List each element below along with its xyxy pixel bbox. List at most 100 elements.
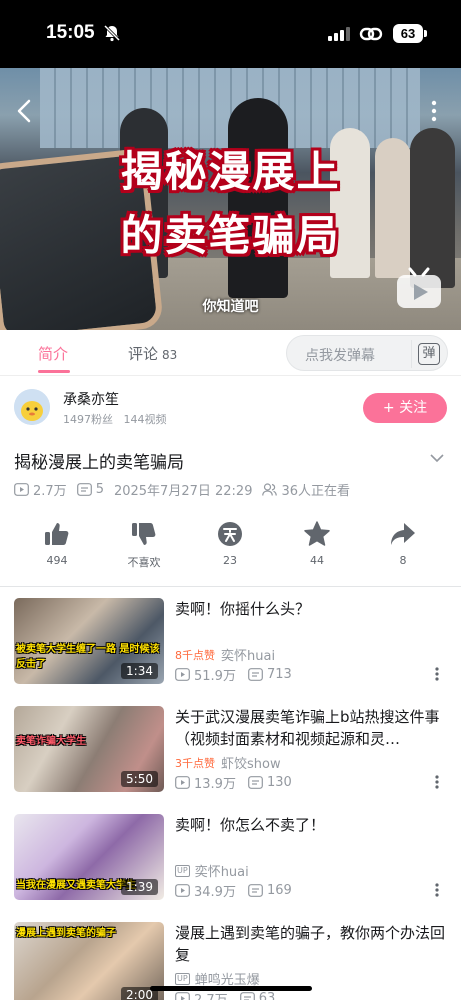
- related-title: 漫展上遇到卖笔的骗子，教你两个办法回复: [175, 924, 446, 964]
- thumbnail-caption: 卖笔诈骗大学生: [16, 736, 86, 747]
- uploader-stats: 1497粉丝 144视频: [63, 411, 167, 427]
- avatar[interactable]: [14, 389, 50, 425]
- related-title: 卖啊！你摇什么头？: [175, 600, 311, 618]
- related-title: 关于武汉漫展卖笔诈骗上b站热搜这件事（视频封面素材和视频起源和灵…: [175, 708, 440, 748]
- personal-hotspot-icon: [359, 27, 383, 41]
- list-item[interactable]: 卖笔诈骗大学生 5:50 关于武汉漫展卖笔诈骗上b站热搜这件事（视频封面素材和视…: [0, 706, 461, 806]
- more-options-icon[interactable]: [435, 883, 439, 897]
- tab-intro[interactable]: 简介: [38, 343, 68, 364]
- back-arrow-icon[interactable]: [14, 98, 34, 124]
- video-duration: 1:39: [121, 879, 158, 895]
- danmu-input[interactable]: 点我发弹幕 弹: [286, 335, 448, 371]
- related-author-row: 8千点赞 奕怀huai: [175, 645, 276, 665]
- home-indicator: [150, 986, 312, 991]
- video-thumbnail[interactable]: 被卖笔大学生缠了一路 是时候该反击了 1:34: [14, 598, 164, 684]
- coin-button[interactable]: 23: [200, 520, 260, 567]
- related-danmaku: 713: [266, 667, 292, 682]
- thumbs-up-icon: [45, 523, 69, 545]
- silent-bell-icon: [103, 24, 121, 42]
- related-author: 虾饺show: [221, 757, 281, 772]
- danmaku-count-icon: [239, 992, 255, 1000]
- follow-button[interactable]: + 关注: [363, 393, 447, 423]
- play-count-icon: [175, 884, 190, 897]
- watching-count: 36人正在看: [281, 484, 351, 499]
- video-title: 揭秘漫展上的卖笔骗局: [14, 453, 184, 473]
- video-duration: 1:34: [121, 663, 158, 679]
- related-danmaku: 63: [258, 991, 276, 1000]
- related-title: 卖啊！你怎么不卖了！: [175, 816, 326, 834]
- video-meta: 2.7万 5 2025年7月27日 22:29 36人正在看: [14, 480, 350, 499]
- more-options-icon[interactable]: [435, 667, 439, 681]
- chevron-down-icon[interactable]: [430, 453, 444, 463]
- video-player[interactable]: 揭秘漫展上 的卖笔骗局 你知道吧: [0, 68, 461, 330]
- dislike-label: 不喜欢: [127, 556, 161, 569]
- related-views: 13.9万: [194, 777, 236, 792]
- uploader-name[interactable]: 承桑亦笙: [63, 389, 119, 409]
- related-danmaku: 130: [266, 775, 292, 790]
- uploader-fans: 1497粉丝: [63, 413, 113, 426]
- related-author-row: 3千点赞 虾饺show: [175, 753, 281, 773]
- signal-icon: [328, 27, 350, 41]
- danmaku-count: 5: [95, 482, 104, 497]
- danmaku-count-icon: [248, 776, 263, 789]
- thumbs-down-icon: [132, 523, 156, 545]
- video-thumbnail[interactable]: 卖笔诈骗大学生 5:50: [14, 706, 164, 792]
- favorite-count: 44: [310, 554, 324, 567]
- like-badge: 8千点赞: [175, 648, 215, 662]
- related-views: 34.9万: [194, 885, 236, 900]
- like-count: 494: [46, 554, 68, 567]
- view-count: 2.7万: [33, 484, 67, 499]
- share-button[interactable]: 8: [373, 520, 433, 567]
- star-icon: [304, 521, 330, 546]
- related-author: 奕怀huai: [194, 865, 249, 880]
- related-stats: 34.9万 169: [175, 881, 292, 900]
- danmu-toggle-button[interactable]: 弹: [411, 340, 440, 368]
- list-item[interactable]: 当我在漫展又遇卖笔大学生 1:39 卖啊！你怎么不卖了！ UP 奕怀huai 3…: [0, 814, 461, 914]
- play-count-icon: [175, 668, 190, 681]
- play-count-icon: [14, 483, 29, 496]
- related-danmaku: 169: [266, 883, 292, 898]
- more-options-icon[interactable]: [435, 775, 439, 789]
- video-thumbnail[interactable]: 漫展上遇到卖笔的骗子 2:00: [14, 922, 164, 1000]
- status-bar: 15:05 63: [0, 0, 461, 68]
- watching-icon: [262, 483, 278, 496]
- tab-comments-label: 评论: [128, 345, 159, 363]
- avatar-image: [14, 389, 50, 425]
- battery-icon: 63: [393, 24, 423, 43]
- related-stats: 13.9万 130: [175, 773, 292, 792]
- video-title-overlay-line1: 揭秘漫展上: [120, 147, 341, 196]
- share-arrow-icon: [391, 523, 415, 545]
- more-vertical-icon[interactable]: [430, 100, 438, 122]
- up-badge-icon: UP: [175, 972, 190, 985]
- comment-count: 83: [162, 348, 178, 362]
- related-views: 51.9万: [194, 669, 236, 684]
- favorite-button[interactable]: 44: [287, 520, 347, 567]
- coin-count: 23: [223, 554, 237, 567]
- tab-comments[interactable]: 评论 83: [128, 343, 177, 364]
- section-divider: [0, 586, 461, 587]
- like-button[interactable]: 494: [27, 520, 87, 567]
- uploader-videos: 144视频: [123, 413, 167, 426]
- share-count: 8: [399, 554, 407, 567]
- danmaku-count-icon: [248, 884, 263, 897]
- related-author: 奕怀huai: [221, 649, 276, 664]
- danmaku-count-icon: [76, 483, 92, 496]
- related-stats: 51.9万 713: [175, 665, 292, 684]
- video-thumbnail[interactable]: 当我在漫展又遇卖笔大学生 1:39: [14, 814, 164, 900]
- video-duration: 5:50: [121, 771, 158, 787]
- list-item[interactable]: 被卖笔大学生缠了一路 是时候该反击了 1:34 卖啊！你摇什么头？ 8千点赞 奕…: [0, 598, 461, 698]
- publish-date: 2025年7月27日 22:29: [113, 484, 253, 499]
- tv-play-icon[interactable]: [395, 266, 443, 310]
- play-count-icon: [175, 776, 190, 789]
- related-author-row: UP 奕怀huai: [175, 861, 249, 880]
- play-count-icon: [175, 992, 190, 1000]
- up-badge-icon: UP: [175, 864, 190, 877]
- video-title-overlay-line2: 的卖笔骗局: [120, 211, 341, 260]
- thumbnail-caption: 漫展上遇到卖笔的骗子: [16, 928, 116, 939]
- tab-active-indicator: [38, 370, 70, 373]
- coin-icon: [218, 522, 242, 546]
- battery-tip: [424, 30, 427, 37]
- dislike-button[interactable]: 不喜欢: [114, 520, 174, 570]
- danmu-toggle-icon: 弹: [418, 343, 440, 365]
- like-badge: 3千点赞: [175, 756, 215, 770]
